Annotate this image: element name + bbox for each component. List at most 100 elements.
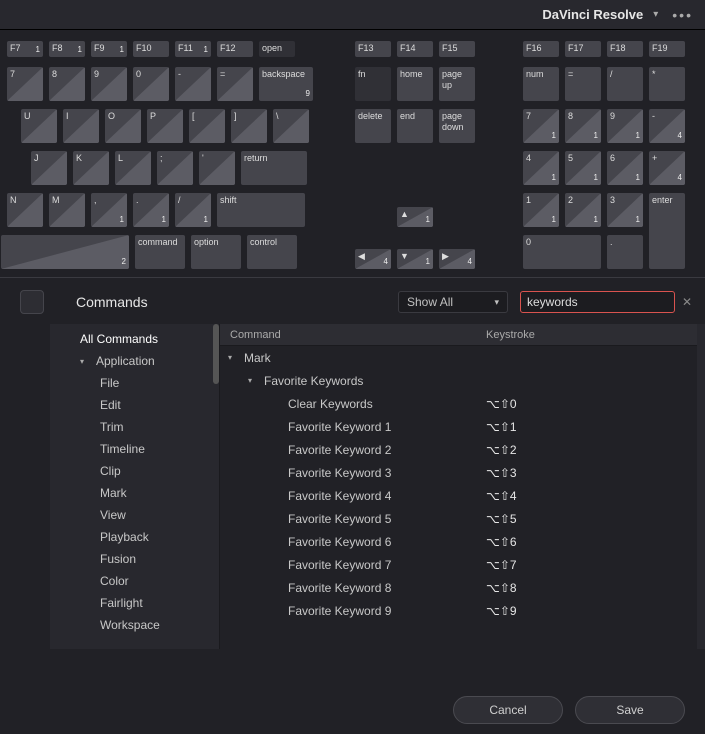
- key--[interactable]: ': [198, 150, 236, 186]
- key--[interactable]: /1: [174, 192, 212, 228]
- key-delete[interactable]: delete: [354, 108, 392, 144]
- key-5[interactable]: 51: [564, 150, 602, 186]
- key--[interactable]: ◀4: [354, 248, 392, 270]
- chevron-down-icon[interactable]: ▾: [649, 9, 668, 20]
- key-9[interactable]: 91: [606, 108, 644, 144]
- key--[interactable]: ▲1: [396, 206, 434, 228]
- key-f8[interactable]: F81: [48, 40, 86, 58]
- cancel-button[interactable]: Cancel: [453, 696, 563, 724]
- key-7[interactable]: 71: [522, 108, 560, 144]
- key--[interactable]: ▶4: [438, 248, 476, 270]
- key--[interactable]: ▼1: [396, 248, 434, 270]
- tree-item-clip[interactable]: Clip: [50, 460, 219, 482]
- key-m[interactable]: M: [48, 192, 86, 228]
- key-p[interactable]: P: [146, 108, 184, 144]
- key-shift[interactable]: shift: [216, 192, 306, 228]
- key-8[interactable]: 81: [564, 108, 602, 144]
- key-end[interactable]: end: [396, 108, 434, 144]
- key-o[interactable]: O: [104, 108, 142, 144]
- table-row[interactable]: Favorite Keyword 7⌥⇧7: [220, 553, 697, 576]
- key-return[interactable]: return: [240, 150, 308, 186]
- filter-dropdown[interactable]: Show All ▾: [398, 291, 508, 313]
- key-7[interactable]: 7: [6, 66, 44, 102]
- key--[interactable]: =: [564, 66, 602, 102]
- key--[interactable]: =: [216, 66, 254, 102]
- clear-search-icon[interactable]: ✕: [682, 295, 692, 309]
- key-backspace[interactable]: backspace9: [258, 66, 314, 102]
- tree-item-view[interactable]: View: [50, 504, 219, 526]
- key-f17[interactable]: F17: [564, 40, 602, 58]
- key--[interactable]: *: [648, 66, 686, 102]
- key-blank[interactable]: 2: [0, 234, 130, 270]
- more-icon[interactable]: •••: [668, 7, 697, 23]
- table-row[interactable]: Favorite Keyword 9⌥⇧9: [220, 599, 697, 622]
- tree-item-all-commands[interactable]: All Commands: [50, 328, 219, 350]
- key-u[interactable]: U: [20, 108, 58, 144]
- key-open[interactable]: open: [258, 40, 296, 58]
- key--[interactable]: .: [606, 234, 644, 270]
- key-f19[interactable]: F19: [648, 40, 686, 58]
- key--[interactable]: [: [188, 108, 226, 144]
- tree-item-fusion[interactable]: Fusion: [50, 548, 219, 570]
- search-input-wrap[interactable]: ✕: [520, 291, 675, 313]
- key-9[interactable]: 9: [90, 66, 128, 102]
- key-2[interactable]: 21: [564, 192, 602, 228]
- table-row[interactable]: Favorite Keyword 5⌥⇧5: [220, 507, 697, 530]
- table-row[interactable]: Favorite Keyword 3⌥⇧3: [220, 461, 697, 484]
- key--[interactable]: ]: [230, 108, 268, 144]
- key-6[interactable]: 61: [606, 150, 644, 186]
- save-button[interactable]: Save: [575, 696, 685, 724]
- key--[interactable]: -4: [648, 108, 686, 144]
- tree-item-timeline[interactable]: Timeline: [50, 438, 219, 460]
- tree-item-playback[interactable]: Playback: [50, 526, 219, 548]
- tree-item-workspace[interactable]: Workspace: [50, 614, 219, 636]
- search-input[interactable]: [527, 295, 682, 309]
- key--[interactable]: .1: [132, 192, 170, 228]
- table-row[interactable]: Favorite Keyword 1⌥⇧1: [220, 415, 697, 438]
- key-f18[interactable]: F18: [606, 40, 644, 58]
- table-row[interactable]: ▾Favorite Keywords: [220, 369, 697, 392]
- key-k[interactable]: K: [72, 150, 110, 186]
- key-f9[interactable]: F91: [90, 40, 128, 58]
- tree-item-color[interactable]: Color: [50, 570, 219, 592]
- key-f16[interactable]: F16: [522, 40, 560, 58]
- key--[interactable]: ;: [156, 150, 194, 186]
- key--[interactable]: ,1: [90, 192, 128, 228]
- key-3[interactable]: 31: [606, 192, 644, 228]
- key-8[interactable]: 8: [48, 66, 86, 102]
- table-row[interactable]: Favorite Keyword 6⌥⇧6: [220, 530, 697, 553]
- key-option[interactable]: option: [190, 234, 242, 270]
- key-page-up[interactable]: page up: [438, 66, 476, 102]
- key-f7[interactable]: F71: [6, 40, 44, 58]
- key--[interactable]: +4: [648, 150, 686, 186]
- key-num[interactable]: num: [522, 66, 560, 102]
- key-enter[interactable]: enter: [648, 192, 686, 270]
- key--[interactable]: \: [272, 108, 310, 144]
- key-control[interactable]: control: [246, 234, 298, 270]
- tree-item-fairlight[interactable]: Fairlight: [50, 592, 219, 614]
- key--[interactable]: -: [174, 66, 212, 102]
- key-page-down[interactable]: page down: [438, 108, 476, 144]
- key-0[interactable]: 0: [522, 234, 602, 270]
- tree-item-trim[interactable]: Trim: [50, 416, 219, 438]
- toggle-button[interactable]: [20, 290, 44, 314]
- table-row[interactable]: Clear Keywords⌥⇧0: [220, 392, 697, 415]
- key-0[interactable]: 0: [132, 66, 170, 102]
- tree-item-file[interactable]: File: [50, 372, 219, 394]
- key-i[interactable]: I: [62, 108, 100, 144]
- key-j[interactable]: J: [30, 150, 68, 186]
- table-row[interactable]: ▾Mark: [220, 346, 697, 369]
- key-home[interactable]: home: [396, 66, 434, 102]
- key-f10[interactable]: F10: [132, 40, 170, 58]
- key-f11[interactable]: F111: [174, 40, 212, 58]
- key-f13[interactable]: F13: [354, 40, 392, 58]
- key-4[interactable]: 41: [522, 150, 560, 186]
- key-f14[interactable]: F14: [396, 40, 434, 58]
- key-n[interactable]: N: [6, 192, 44, 228]
- key-fn[interactable]: fn: [354, 66, 392, 102]
- tree-item-edit[interactable]: Edit: [50, 394, 219, 416]
- tree-item-mark[interactable]: Mark: [50, 482, 219, 504]
- table-row[interactable]: Favorite Keyword 2⌥⇧2: [220, 438, 697, 461]
- key-1[interactable]: 11: [522, 192, 560, 228]
- key-f12[interactable]: F12: [216, 40, 254, 58]
